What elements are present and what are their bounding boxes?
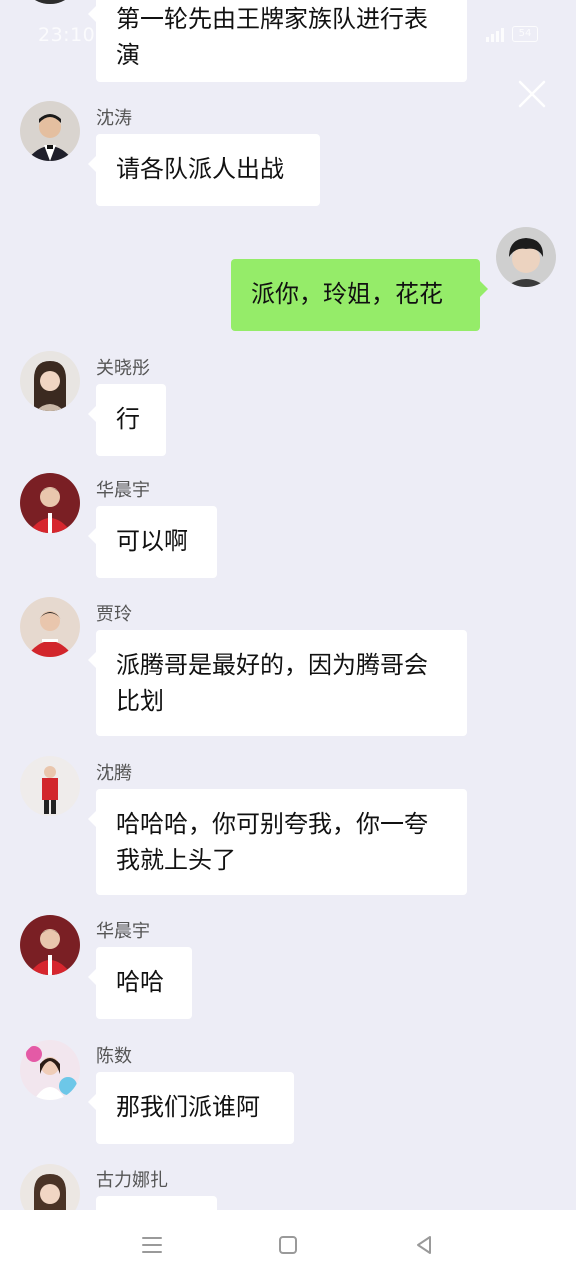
message-bubble[interactable]: 请各队派人出战 — [88, 134, 320, 206]
sender-name: 华晨宇 — [96, 921, 150, 942]
avatar[interactable] — [20, 101, 80, 161]
back-icon[interactable] — [412, 1233, 436, 1257]
avatar[interactable] — [20, 756, 80, 816]
message-text: 派你，玲姐，花花 — [251, 280, 443, 308]
navigation-bar — [0, 1210, 576, 1280]
sender-name: 贾玲 — [96, 604, 132, 625]
message-bubble[interactable]: 哈哈哈，你可别夸我，你一夸我就上头了 — [88, 789, 467, 895]
message-bubble[interactable]: 派你，玲姐，花花 — [231, 259, 488, 331]
sender-name: 古力娜扎 — [96, 1170, 168, 1191]
status-icons: 54 — [486, 26, 538, 42]
message-text: 派腾哥是最好的，因为腾哥会比划 — [116, 651, 428, 715]
avatar[interactable] — [496, 227, 556, 287]
status-time: 23:10 — [38, 24, 96, 46]
close-icon[interactable] — [516, 78, 548, 110]
sender-name: 关晓彤 — [96, 358, 150, 379]
message-bubble[interactable]: 哈哈 — [88, 947, 192, 1019]
message-bubble[interactable]: 派腾哥是最好的，因为腾哥会比划 — [88, 630, 467, 736]
home-icon[interactable] — [276, 1233, 300, 1257]
sender-name: 陈数 — [96, 1046, 132, 1067]
battery-icon: 54 — [512, 26, 538, 42]
message-bubble[interactable]: 可以啊 — [88, 506, 217, 578]
message-text: 请各队派人出战 — [116, 155, 284, 183]
avatar[interactable] — [20, 351, 80, 411]
signal-icon — [486, 26, 504, 42]
message-bubble[interactable] — [96, 1196, 217, 1210]
menu-icon[interactable] — [140, 1233, 164, 1257]
avatar[interactable] — [20, 597, 80, 657]
sender-name: 沈腾 — [96, 763, 132, 784]
avatar[interactable] — [20, 1164, 80, 1210]
status-bar: 23:10 54 — [0, 0, 576, 70]
sender-name: 沈涛 — [96, 108, 132, 129]
message-text: 哈哈 — [116, 968, 164, 996]
avatar[interactable] — [20, 915, 80, 975]
message-text: 行 — [116, 405, 140, 433]
message-text: 那我们派谁阿 — [116, 1093, 260, 1121]
avatar[interactable] — [20, 473, 80, 533]
message-text: 哈哈哈，你可别夸我，你一夸我就上头了 — [116, 810, 428, 874]
message-bubble[interactable]: 行 — [88, 384, 166, 456]
avatar[interactable] — [20, 1040, 80, 1100]
message-text: 可以啊 — [116, 527, 188, 555]
chat-area[interactable]: 第一轮先由王牌家族队进行表演 沈涛 请各队派人出战 鹿晗 派你，玲姐，花花 关晓… — [0, 0, 576, 1210]
sender-name: 华晨宇 — [96, 480, 150, 501]
message-bubble[interactable]: 那我们派谁阿 — [88, 1072, 294, 1144]
